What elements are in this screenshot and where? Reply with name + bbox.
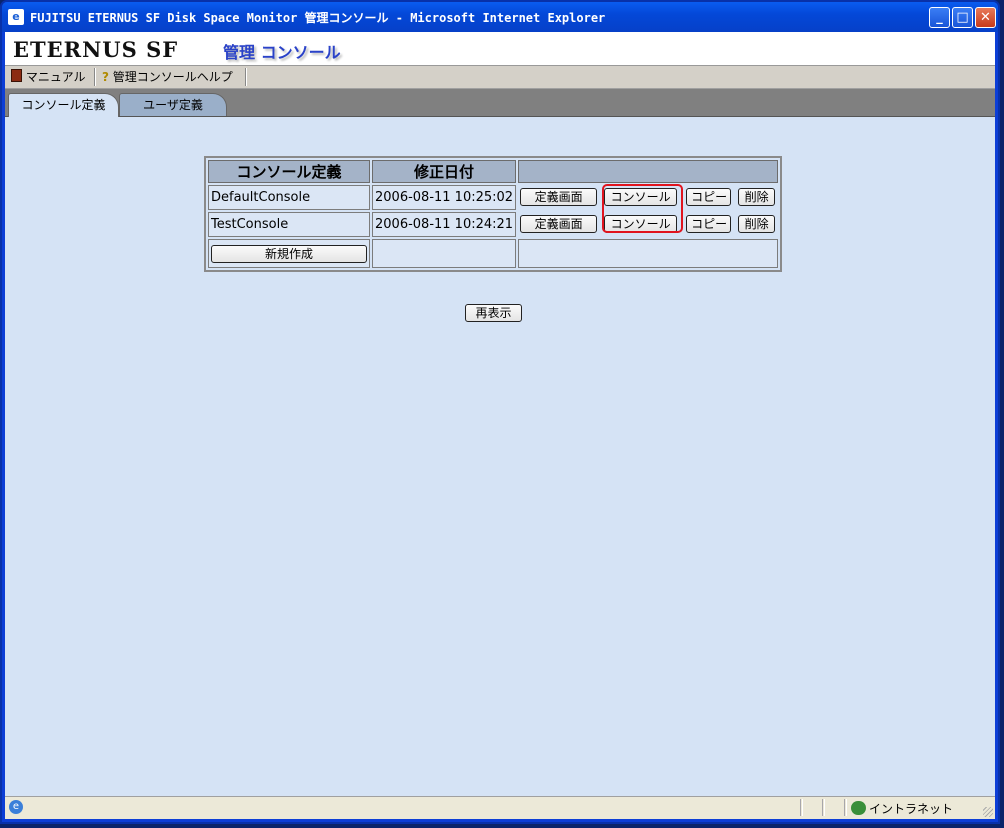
tab-user-definition[interactable]: ユーザ定義	[119, 93, 227, 116]
minimize-button[interactable]: _	[929, 7, 950, 28]
delete-button[interactable]: 削除	[738, 215, 776, 233]
page-title: 管理 コンソール	[223, 43, 341, 62]
app-header: ETERNUS SF 管理 コンソール	[5, 32, 995, 66]
console-button[interactable]: コンソール	[604, 215, 678, 233]
menu-separator	[245, 68, 247, 86]
console-button[interactable]: コンソール	[604, 188, 678, 206]
actions-cell: 定義画面 コンソール コピー 削除	[518, 185, 778, 210]
status-divider	[800, 799, 803, 816]
help-icon: ?	[102, 70, 109, 84]
empty-cell	[372, 239, 517, 268]
date-cell: 2006-08-11 10:24:21	[372, 212, 517, 237]
title-bar[interactable]: e FUJITSU ETERNUS SF Disk Space Monitor …	[2, 2, 998, 32]
console-name-cell: TestConsole	[208, 212, 370, 237]
window-title: FUJITSU ETERNUS SF Disk Space Monitor 管理…	[30, 11, 606, 25]
column-header-console: コンソール定義	[208, 160, 370, 183]
console-name-cell: DefaultConsole	[208, 185, 370, 210]
column-header-date: 修正日付	[372, 160, 517, 183]
table-row-new: 新規作成	[208, 239, 778, 268]
intranet-globe-icon	[851, 801, 866, 815]
menu-item-label: 管理コンソールヘルプ	[112, 70, 233, 84]
status-divider	[844, 799, 847, 816]
maximize-button[interactable]: □	[952, 7, 973, 28]
browser-window: e FUJITSU ETERNUS SF Disk Space Monitor …	[0, 0, 1000, 824]
empty-cell	[518, 239, 778, 268]
tab-bar: コンソール定義 ユーザ定義	[5, 89, 995, 117]
eternus-logo: ETERNUS SF	[13, 37, 179, 62]
table-row: DefaultConsole 2006-08-11 10:25:02 定義画面 …	[208, 185, 778, 210]
copy-button[interactable]: コピー	[686, 215, 732, 233]
status-bar: e イントラネット	[5, 796, 995, 819]
page-content: ETERNUS SF 管理 コンソール マニュアル ? 管理コンソールヘルプ コ…	[5, 32, 995, 819]
tab-console-definition[interactable]: コンソール定義	[8, 93, 119, 117]
resize-grip-icon[interactable]	[983, 807, 993, 817]
actions-cell: 定義画面 コンソール コピー 削除	[518, 212, 778, 237]
table-header-row: コンソール定義 修正日付	[208, 160, 778, 183]
close-button[interactable]: ✕	[975, 7, 996, 28]
status-divider	[822, 799, 825, 816]
book-icon	[11, 69, 22, 82]
menu-item-manual[interactable]: マニュアル	[11, 68, 85, 86]
table-row: TestConsole 2006-08-11 10:24:21 定義画面 コンソ…	[208, 212, 778, 237]
menu-item-label: マニュアル	[25, 70, 86, 84]
page-status-icon: e	[9, 800, 23, 814]
date-cell: 2006-08-11 10:25:02	[372, 185, 517, 210]
column-header-actions	[518, 160, 778, 183]
copy-button[interactable]: コピー	[686, 188, 732, 206]
menu-separator	[94, 68, 96, 86]
new-console-button[interactable]: 新規作成	[211, 244, 367, 263]
console-table: コンソール定義 修正日付 DefaultConsole 2006-08-11 1…	[204, 156, 782, 272]
define-screen-button[interactable]: 定義画面	[520, 215, 598, 233]
menu-item-help[interactable]: ? 管理コンソールヘルプ	[102, 68, 233, 86]
ie-icon: e	[8, 9, 24, 25]
delete-button[interactable]: 削除	[738, 188, 776, 206]
define-screen-button[interactable]: 定義画面	[520, 188, 598, 206]
menu-bar: マニュアル ? 管理コンソールヘルプ	[5, 66, 995, 89]
new-button-cell: 新規作成	[208, 239, 370, 268]
refresh-button[interactable]: 再表示	[465, 304, 522, 322]
zone-label: イントラネット	[869, 802, 954, 816]
